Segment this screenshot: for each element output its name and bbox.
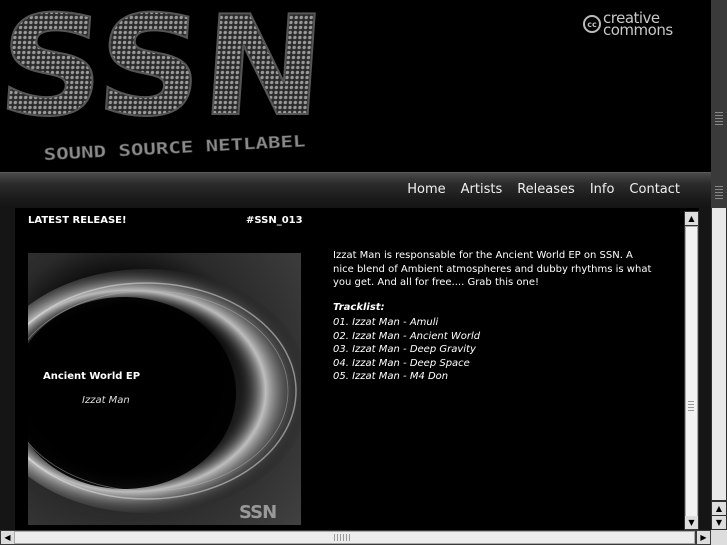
scroll-down-icon[interactable]: ▼ (712, 516, 726, 529)
site-header: SSN SOUND SOURCE NETLABEL cc creative co… (0, 0, 711, 172)
window-vertical-scrollbar[interactable]: ▲ ▼ (711, 208, 727, 530)
scroll-down-icon[interactable]: ▼ (685, 516, 698, 529)
nav-releases[interactable]: Releases (517, 182, 575, 197)
cover-title: Ancient World EP (43, 371, 141, 382)
cover-artist: Izzat Man (82, 395, 130, 406)
scroll-up-icon[interactable]: ▲ (712, 502, 726, 515)
cover-ssn-logo: SSN (239, 502, 277, 523)
tracklist-heading: Tracklist: (333, 302, 385, 313)
catalog-number: #SSN_013 (246, 215, 303, 226)
content-area: LATEST RELEASE! #SSN_013 Ancient World E… (0, 208, 711, 530)
scrollbar-corner (711, 530, 727, 545)
panel-scroll-thumb[interactable] (685, 226, 698, 527)
latest-release-heading: LATEST RELEASE! (28, 215, 127, 226)
tracklist: 01. Izzat Man - Amuli 02. Izzat Man - An… (333, 316, 480, 384)
track-item: 01. Izzat Man - Amuli (333, 317, 439, 328)
nav-bar: Home Artists Releases Info Contact (0, 172, 711, 208)
horizontal-scroll-thumb[interactable] (14, 531, 695, 544)
scroll-left-icon[interactable]: ◀ (1, 531, 14, 544)
nav-info[interactable]: Info (590, 182, 615, 197)
track-item: 04. Izzat Man - Deep Space (333, 357, 470, 369)
creative-commons-badge[interactable]: cc creative commons (583, 9, 681, 39)
grip-icon (715, 112, 723, 126)
panel-vertical-scrollbar[interactable]: ▲ ▼ (684, 211, 699, 530)
nav-contact[interactable]: Contact (629, 182, 680, 197)
release-panel: LATEST RELEASE! #SSN_013 Ancient World E… (15, 208, 699, 530)
track-item: 05. Izzat Man - M4 Don (333, 371, 449, 383)
header-scroll-strip (711, 0, 727, 208)
scroll-up-icon[interactable]: ▲ (685, 212, 698, 225)
grip-icon (688, 401, 694, 413)
creative-commons-text: creative commons (603, 9, 673, 39)
nav-home[interactable]: Home (407, 182, 445, 197)
track-item: 02. Izzat Man - Ancient World (333, 330, 481, 342)
release-description: Izzat Man is responsable for the Ancient… (333, 250, 652, 288)
logo-letters: SSN (0, 0, 330, 147)
cover-art (28, 253, 301, 525)
creative-commons-icon: cc (583, 15, 601, 33)
horizontal-scrollbar[interactable]: ◀ ▶ (0, 530, 711, 545)
track-item: 03. Izzat Man - Deep Gravity (333, 344, 476, 356)
grip-icon (334, 534, 350, 541)
ssn-logo[interactable]: SSN SOUND SOURCE NETLABEL (0, 0, 340, 172)
nav-artists[interactable]: Artists (461, 182, 503, 197)
grip-icon (715, 186, 723, 200)
scroll-right-icon[interactable]: ▶ (697, 531, 710, 544)
main-nav: Home Artists Releases Info Contact (407, 182, 680, 197)
album-cover[interactable]: Ancient World EP Izzat Man SSN (28, 253, 301, 525)
window-scroll-thumb[interactable] (712, 208, 726, 500)
